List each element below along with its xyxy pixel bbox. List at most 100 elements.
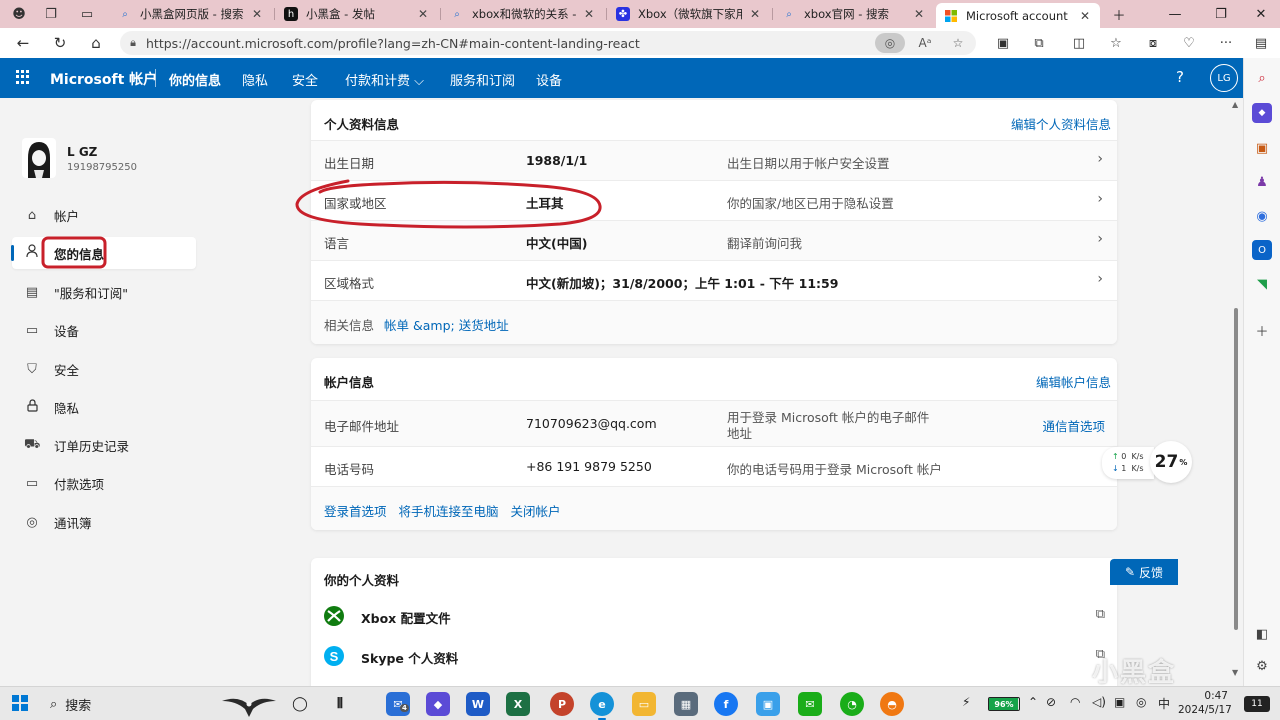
- powerpoint-app-icon[interactable]: P: [550, 692, 574, 716]
- scroll-thumb[interactable]: [1234, 308, 1238, 630]
- close-tab-icon[interactable]: ✕: [912, 7, 926, 21]
- close-tab-icon[interactable]: ✕: [748, 7, 762, 21]
- sidebar-item-payment-options[interactable]: ▭ 付款选项: [12, 467, 196, 499]
- country-region-row[interactable]: 国家或地区 土耳其 你的国家/地区已用于隐私设置 ›: [311, 180, 1117, 220]
- taskbar-clock[interactable]: 0:47 2024/5/17: [1178, 689, 1232, 717]
- ime-indicator[interactable]: 中: [1158, 695, 1170, 712]
- widgets-icon[interactable]: ⫴: [328, 692, 352, 716]
- browser-tab[interactable]: ⌕ xbox和微软的关系 - 搜索 ✕: [442, 3, 604, 25]
- sign-in-preferences-link[interactable]: 登录首选项: [324, 504, 387, 519]
- taskbar-search[interactable]: ⌕ 搜索: [44, 691, 284, 717]
- input-method-icon[interactable]: ⊘: [1046, 695, 1056, 709]
- sidebar-item-security[interactable]: ⛉ 安全: [12, 353, 196, 385]
- sidebar-item-services-subscriptions[interactable]: ▤ "服务和订阅": [12, 276, 196, 308]
- charging-icon[interactable]: ⚡: [962, 695, 970, 709]
- home-icon[interactable]: ⌂: [83, 32, 109, 54]
- nav-payment-billing[interactable]: 付款和计费 ⌵: [345, 70, 424, 89]
- browser-tab[interactable]: ⌕ xbox官网 - 搜索 ✕: [774, 3, 934, 25]
- favorites-icon[interactable]: ☆: [1105, 34, 1127, 52]
- bilibili-app-icon[interactable]: ▣: [756, 692, 780, 716]
- sidebar-item-account[interactable]: ⌂ 帐户: [12, 199, 196, 231]
- scroll-up-icon[interactable]: ▲: [1232, 100, 1238, 109]
- sidebar-item-address-book[interactable]: ◎ 通讯簿: [12, 506, 196, 538]
- edit-personal-info-link[interactable]: 编辑个人资料信息: [1011, 114, 1111, 133]
- nav-services-subscriptions[interactable]: 服务和订阅: [450, 70, 515, 89]
- close-account-link[interactable]: 关闭帐户: [511, 504, 561, 519]
- wifi-icon[interactable]: ◠: [1070, 695, 1080, 709]
- games-icon[interactable]: ♟: [1252, 172, 1272, 192]
- calculator-app-icon[interactable]: ▦: [674, 692, 698, 716]
- lock-icon[interactable]: 🔒︎: [120, 36, 146, 50]
- avatar[interactable]: [22, 138, 56, 178]
- app-launcher-icon[interactable]: [16, 70, 30, 84]
- language-row[interactable]: 语言 中文(中国) 翻译前询问我 ›: [311, 220, 1117, 260]
- browser-tab[interactable]: ✤ Xbox（微软旗下家用游戏 ✕: [608, 3, 770, 25]
- file-explorer-app-icon[interactable]: ▭: [632, 692, 656, 716]
- tools-icon[interactable]: ▣: [1252, 138, 1272, 158]
- address-input[interactable]: 🔒︎ https://account.microsoft.com/profile…: [120, 31, 976, 55]
- profile-avatar-icon[interactable]: ☻: [8, 4, 30, 24]
- browser-essentials-icon[interactable]: ♡: [1178, 34, 1200, 52]
- favorite-star-icon[interactable]: ☆: [946, 33, 970, 53]
- close-window-icon[interactable]: ✕: [1246, 4, 1276, 24]
- nav-your-info[interactable]: 你的信息: [169, 70, 221, 89]
- drop-icon[interactable]: ◥: [1252, 274, 1272, 294]
- page-scrollbar[interactable]: ▲ ▼: [1232, 100, 1239, 680]
- new-tab-icon[interactable]: ＋: [1104, 4, 1134, 24]
- scroll-down-icon[interactable]: ▼: [1232, 668, 1238, 677]
- edge-app-icon[interactable]: e: [590, 692, 614, 720]
- volume-icon[interactable]: ◁): [1092, 695, 1106, 709]
- link-phone-link[interactable]: 将手机连接至电脑: [399, 504, 499, 519]
- tray-app-icon[interactable]: ◎: [1136, 695, 1146, 709]
- close-tab-icon[interactable]: ✕: [1078, 9, 1092, 23]
- games-icon[interactable]: ▣: [992, 34, 1014, 52]
- feedback-button[interactable]: ✎ 反馈: [1110, 559, 1178, 585]
- close-tab-icon[interactable]: ✕: [416, 7, 430, 21]
- collections-icon[interactable]: ⧇: [1142, 34, 1164, 52]
- sidebar-toggle-icon[interactable]: ▤: [1250, 34, 1272, 52]
- workspaces-icon[interactable]: ❐: [40, 4, 62, 24]
- windows-start-icon[interactable]: [12, 695, 28, 711]
- split-screen-icon[interactable]: ◫: [1068, 34, 1090, 52]
- copilot-app-icon[interactable]: ◆: [426, 692, 450, 716]
- xbox-profile-row[interactable]: Xbox 配置文件 ⧉: [311, 596, 1117, 636]
- hide-sidebar-icon[interactable]: ◧: [1252, 624, 1272, 644]
- sidebar-item-devices[interactable]: ▭ 设备: [12, 314, 196, 346]
- nav-devices[interactable]: 设备: [536, 70, 562, 89]
- sidebar-item-privacy[interactable]: 隐私: [12, 391, 196, 423]
- billing-shipping-link[interactable]: 帐单 &amp; 送货地址: [384, 318, 509, 333]
- facebook-app-icon[interactable]: f: [714, 692, 738, 716]
- extensions-icon[interactable]: ⧉: [1028, 34, 1050, 52]
- help-icon[interactable]: ?: [1176, 68, 1184, 86]
- notification-count[interactable]: 11: [1244, 696, 1270, 712]
- minimize-icon[interactable]: —: [1160, 4, 1190, 24]
- communication-preferences-link[interactable]: 通信首选项: [1042, 416, 1105, 435]
- chevron-up-icon[interactable]: ⌃: [1028, 695, 1038, 709]
- nav-privacy[interactable]: 隐私: [242, 70, 268, 89]
- close-tab-icon[interactable]: ✕: [250, 7, 264, 21]
- more-menu-icon[interactable]: ···: [1215, 34, 1237, 52]
- word-app-icon[interactable]: W: [466, 692, 490, 716]
- close-tab-icon[interactable]: ✕: [582, 7, 596, 21]
- browser-tab[interactable]: h 小黑盒 - 发帖 ✕: [276, 3, 438, 25]
- settings-gear-icon[interactable]: ⚙: [1252, 656, 1272, 676]
- battery-indicator[interactable]: 96%: [988, 697, 1020, 711]
- sidebar-item-order-history[interactable]: ⛟ 订单历史记录: [12, 429, 196, 461]
- add-icon[interactable]: ＋: [1252, 320, 1272, 340]
- tracking-prevention-icon[interactable]: ◎: [875, 33, 905, 53]
- browser-tab[interactable]: ⌕ 小黑盒网页版 - 搜索 ✕: [110, 3, 272, 25]
- line-app-icon[interactable]: ✉: [798, 692, 822, 716]
- edit-account-info-link[interactable]: 编辑帐户信息: [1036, 372, 1111, 391]
- restore-icon[interactable]: ❐: [1206, 4, 1236, 24]
- copilot-icon[interactable]: ◆: [1252, 103, 1272, 123]
- read-aloud-icon[interactable]: Aᵃ: [913, 33, 937, 53]
- outlook-icon[interactable]: O: [1252, 240, 1272, 260]
- excel-app-icon[interactable]: X: [506, 692, 530, 716]
- mail-app-icon[interactable]: ✉ 4: [386, 692, 410, 716]
- ms-account-brand[interactable]: Microsoft 帐户: [50, 69, 157, 89]
- microsoft365-icon[interactable]: ◉: [1252, 206, 1272, 226]
- sidebar-item-your-info[interactable]: 您的信息: [11, 237, 196, 269]
- birthdate-row[interactable]: 出生日期 1988/1/1 出生日期以用于帐户安全设置 ›: [311, 140, 1117, 180]
- vertical-tabs-icon[interactable]: ▭: [76, 4, 98, 24]
- network-monitor-widget[interactable]: ↑ 0 K/s ↓ 1 K/s 27%: [1102, 441, 1192, 483]
